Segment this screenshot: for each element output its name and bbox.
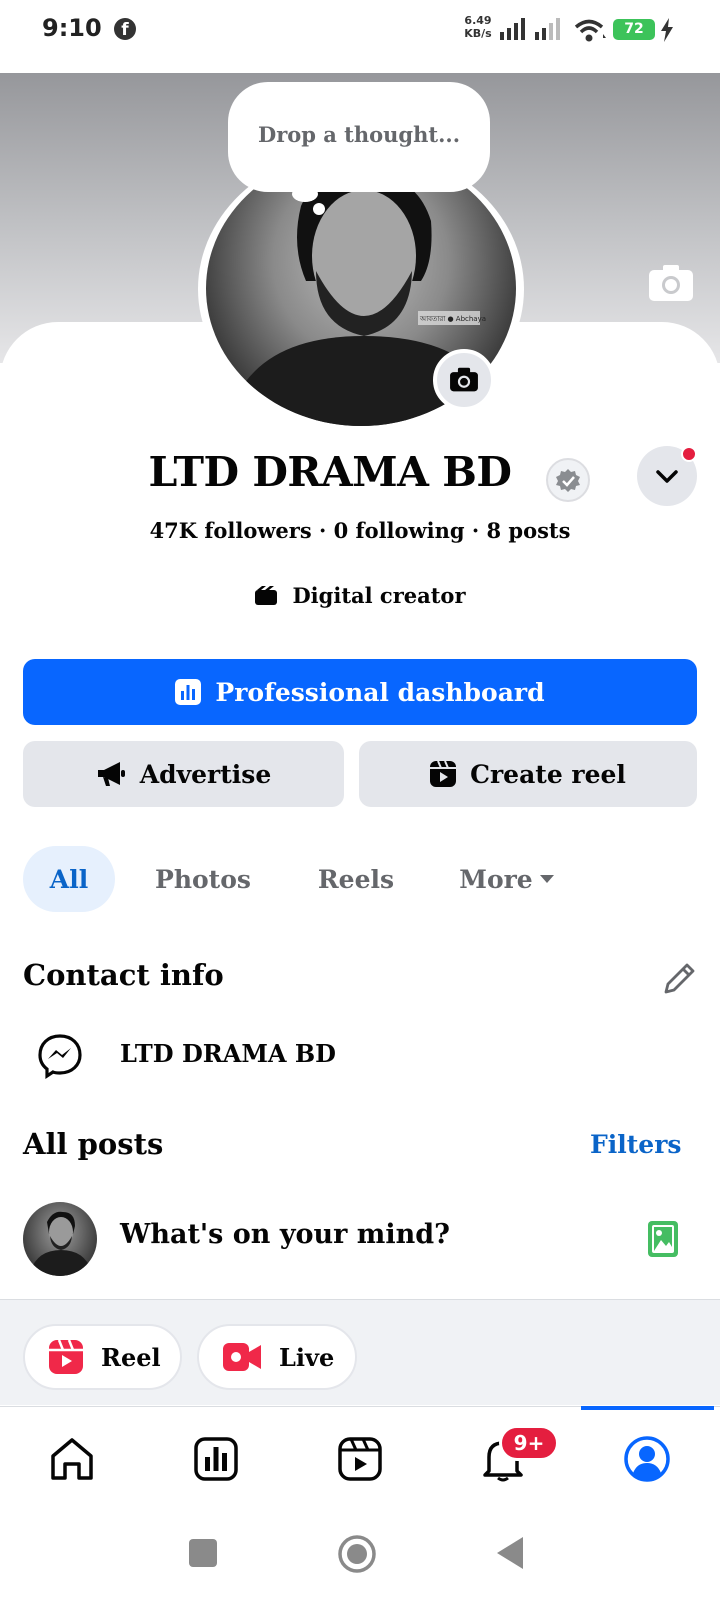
charging-icon — [661, 18, 673, 42]
filters-link[interactable]: Filters — [590, 1130, 681, 1159]
network-speed-value: 6.49 — [464, 14, 492, 27]
tab-reels[interactable]: Reels — [300, 846, 412, 912]
contact-info-heading: Contact info — [23, 958, 224, 992]
reel-icon — [430, 761, 457, 787]
go-live-pill[interactable]: Live — [197, 1324, 357, 1390]
category-label: Digital creator — [292, 583, 466, 608]
recents-button[interactable] — [189, 1539, 217, 1567]
messenger-contact-value[interactable]: LTD DRAMA BD — [120, 1039, 336, 1068]
create-reel-pill[interactable]: Reel — [23, 1324, 182, 1390]
thought-placeholder: Drop a thought... — [257, 122, 461, 147]
profile-name: LTD DRAMA BD — [148, 448, 512, 496]
tab-all[interactable]: All — [23, 846, 115, 912]
thought-bubble-dot — [313, 203, 325, 215]
thought-bubble-dot — [292, 186, 318, 202]
caret-down-icon — [539, 875, 554, 883]
create-reel-button[interactable]: Create reel — [359, 741, 697, 807]
photo-watermark: আবতারা ● Abchaya — [419, 315, 486, 323]
professional-dashboard-label: Professional dashboard — [215, 677, 545, 707]
megaphone-icon — [97, 762, 125, 786]
verified-icon[interactable] — [546, 458, 590, 502]
network-speed-unit: KB/s — [464, 27, 492, 40]
profile-category: Digital creator — [0, 583, 720, 608]
cover-camera-icon[interactable] — [649, 265, 693, 301]
wifi-icon — [574, 19, 606, 42]
tab-more-label: More — [459, 864, 533, 894]
notification-badge: 9+ — [499, 1425, 559, 1461]
profile-stats[interactable]: 47K followers · 0 following · 8 posts — [0, 518, 720, 543]
post-composer-input[interactable]: What's on your mind? — [120, 1219, 450, 1250]
facebook-icon: f — [114, 18, 136, 40]
network-speed: 6.49 KB/s — [460, 14, 496, 40]
status-bar — [0, 0, 720, 73]
live-pill-label: Live — [279, 1342, 335, 1372]
reel-pill-label: Reel — [101, 1342, 161, 1372]
messenger-icon — [38, 1034, 82, 1079]
home-button[interactable] — [337, 1534, 377, 1574]
avatar[interactable] — [23, 1202, 97, 1276]
all-posts-heading: All posts — [23, 1127, 164, 1161]
signal-icon — [500, 18, 560, 40]
back-button[interactable] — [495, 1535, 527, 1571]
home-icon[interactable] — [48, 1435, 96, 1483]
chart-icon — [175, 679, 202, 705]
professional-dashboard-button[interactable]: Professional dashboard — [23, 659, 697, 725]
pencil-icon[interactable] — [660, 960, 698, 998]
profile-icon[interactable] — [623, 1435, 671, 1483]
dashboard-icon[interactable] — [192, 1435, 240, 1483]
tab-photos[interactable]: Photos — [140, 846, 266, 912]
create-reel-label: Create reel — [470, 759, 626, 789]
reel-icon — [49, 1340, 83, 1374]
battery-icon: 72 — [613, 19, 655, 40]
status-time: 9:10 — [42, 14, 102, 42]
photo-icon[interactable] — [648, 1221, 678, 1257]
notification-dot — [681, 446, 697, 462]
advertise-label: Advertise — [139, 759, 272, 789]
nav-active-indicator — [581, 1406, 714, 1410]
live-video-icon — [223, 1343, 261, 1371]
reels-icon[interactable] — [336, 1435, 384, 1483]
advertise-button[interactable]: Advertise — [23, 741, 344, 807]
tab-more[interactable]: More — [447, 846, 567, 912]
clapper-icon — [255, 585, 278, 605]
avatar-camera-icon[interactable] — [433, 349, 495, 411]
